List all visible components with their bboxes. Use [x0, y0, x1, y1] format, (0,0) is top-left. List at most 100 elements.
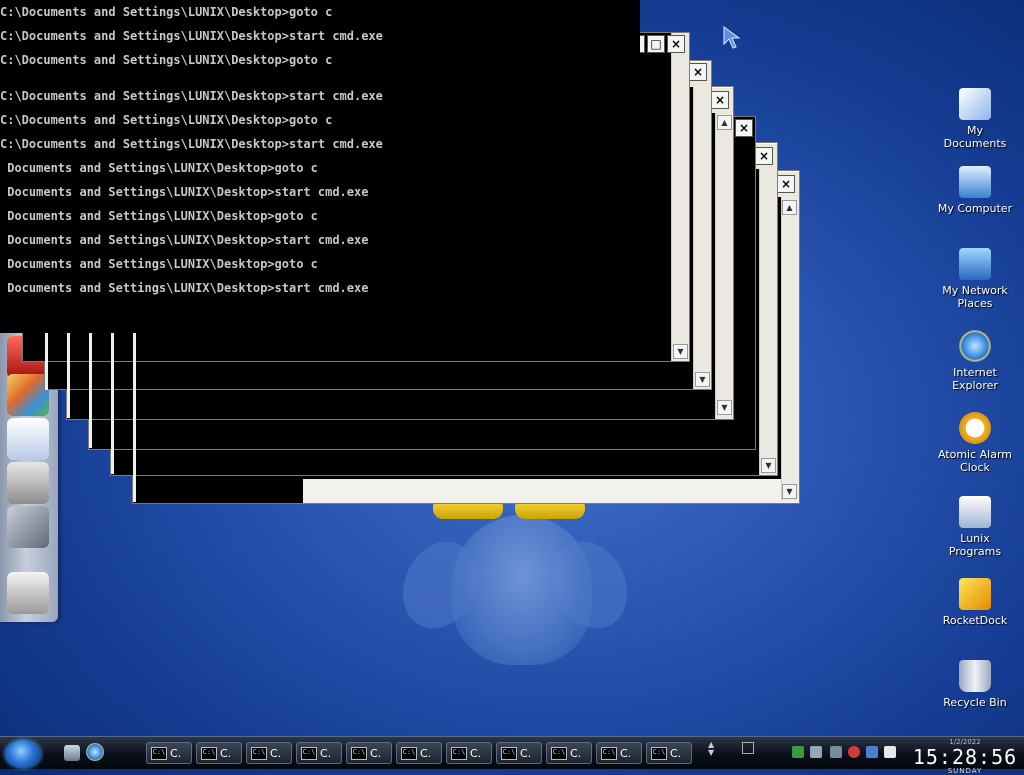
programs-folder-icon	[959, 496, 991, 528]
close-button[interactable]: ×	[711, 91, 729, 109]
console-line: C:\Documents and Settings\LUNIX\Desktop>…	[0, 113, 333, 127]
tray-security-icon[interactable]	[792, 746, 804, 758]
tray-network-icon[interactable]	[830, 746, 842, 758]
close-button[interactable]: ×	[689, 63, 707, 81]
console-line: Documents and Settings\LUNIX\Desktop>sta…	[0, 185, 369, 199]
desktop-icon-lunix-programs[interactable]: Lunix Programs	[934, 496, 1016, 558]
taskbar-item-label: C.	[370, 746, 382, 760]
tools-icon[interactable]	[7, 506, 49, 548]
taskbar-item-cmd[interactable]: C:\ C.	[646, 742, 692, 764]
taskbar-item-label: C.	[470, 746, 482, 760]
quick-launch-ie-icon[interactable]	[86, 743, 104, 761]
scroll-up-button[interactable]: ▲	[717, 115, 732, 130]
taskbar-item-cmd[interactable]: C:\ C.	[146, 742, 192, 764]
icon-label: My Documents	[943, 124, 1007, 150]
taskbar-scroll-icon[interactable]: ▲ ▼	[708, 741, 714, 757]
taskbar-item-cmd[interactable]: C:\ C.	[496, 742, 542, 764]
taskbar-item-cmd[interactable]: C:\ C.	[296, 742, 342, 764]
icon-label: Recycle Bin	[943, 696, 1007, 709]
cmd-icon: C:\	[351, 746, 367, 760]
scroll-down-button[interactable]: ▼	[782, 484, 797, 499]
mouse-cursor-icon	[723, 26, 741, 49]
desktop-icon-network-places[interactable]: My Network Places	[934, 248, 1016, 310]
cmd-icon: C:\	[401, 746, 417, 760]
taskbar-item-label: C.	[420, 746, 432, 760]
taskbar-clock[interactable]: 1/2/2022 15:28:56 SUNDAY	[910, 738, 1020, 775]
cmd-icon: C:\	[501, 746, 517, 760]
scroll-down-button[interactable]: ▼	[673, 344, 688, 359]
icon-label: Lunix Programs	[948, 532, 1002, 558]
icon-label: Atomic Alarm Clock	[937, 448, 1013, 474]
taskbar-item-label: C.	[670, 746, 682, 760]
close-button[interactable]: ×	[735, 119, 753, 137]
show-desktop-icon[interactable]	[64, 745, 80, 761]
clock-day: SUNDAY	[947, 767, 983, 775]
cmd-icon: C:\	[451, 746, 467, 760]
clock-time: 15:28:56	[912, 745, 1018, 769]
close-button[interactable]: ×	[755, 147, 773, 165]
icon-label: RocketDock	[942, 614, 1008, 627]
icon-label: Internet Explorer	[952, 366, 998, 392]
network-places-icon	[959, 248, 991, 280]
taskbar-item-label: C.	[170, 746, 182, 760]
desktop-icon-recycle-bin[interactable]: Recycle Bin	[934, 660, 1016, 709]
console-line: C:\Documents and Settings\LUNIX\Desktop>…	[0, 29, 383, 43]
cmd-icon: C:\	[651, 746, 667, 760]
cmd-icon: C:\	[151, 746, 167, 760]
icon-label: My Computer	[937, 202, 1013, 215]
close-button[interactable]: ×	[667, 35, 685, 53]
console-line: C:\Documents and Settings\LUNIX\Desktop>…	[0, 137, 383, 151]
tray-device-icon[interactable]	[810, 746, 822, 758]
tray-display-icon[interactable]	[866, 746, 878, 758]
scroll-down-button[interactable]: ▼	[761, 458, 776, 473]
cmd-icon: C:\	[551, 746, 567, 760]
taskbar-item-label: C.	[520, 746, 532, 760]
desktop-icon-my-documents[interactable]: My Documents	[934, 88, 1016, 150]
notepad-icon[interactable]	[7, 418, 49, 460]
taskbar-item-label: C.	[570, 746, 582, 760]
internet-explorer-icon	[959, 330, 991, 362]
taskbar-item-cmd[interactable]: C:\ C.	[446, 742, 492, 764]
taskbar-item-cmd[interactable]: C:\ C.	[196, 742, 242, 764]
paint-palette-icon[interactable]	[7, 374, 49, 416]
tray-alert-icon[interactable]	[848, 746, 860, 758]
desktop-icon-internet-explorer[interactable]: Internet Explorer	[934, 330, 1016, 392]
calculator-icon[interactable]	[7, 462, 49, 504]
console-line: C:\Documents and Settings\LUNIX\Desktop>…	[0, 5, 333, 19]
taskbar-item-cmd[interactable]: C:\ C.	[596, 742, 642, 764]
desktop-icon-my-computer[interactable]: My Computer	[934, 166, 1016, 215]
start-button[interactable]	[5, 740, 41, 768]
desktop-icon-rocketdock[interactable]: RocketDock	[934, 578, 1016, 627]
taskbar-item-label: C.	[270, 746, 282, 760]
scroll-down-button[interactable]: ▼	[695, 372, 710, 387]
taskbar-item-cmd[interactable]: C:\ C.	[546, 742, 592, 764]
dock-recycle-bin-icon[interactable]	[7, 572, 49, 614]
my-computer-icon	[959, 166, 991, 198]
taskbar-item-label: C.	[620, 746, 632, 760]
console-line: Documents and Settings\LUNIX\Desktop>sta…	[0, 233, 369, 247]
rocketdock-icon	[959, 578, 991, 610]
window-switch-icon[interactable]	[742, 742, 754, 754]
taskbar-item-label: C.	[320, 746, 332, 760]
maximize-button[interactable]: □	[647, 35, 665, 53]
recycle-bin-icon	[959, 660, 991, 692]
taskbar-item-cmd[interactable]: C:\ C.	[246, 742, 292, 764]
console-line: Documents and Settings\LUNIX\Desktop>got…	[0, 161, 318, 175]
tray-volume-icon[interactable]	[884, 746, 896, 758]
console-line: Documents and Settings\LUNIX\Desktop>sta…	[0, 281, 369, 295]
taskbar-item-label: C.	[220, 746, 232, 760]
taskbar-item-cmd[interactable]: C:\ C.	[396, 742, 442, 764]
alarm-clock-icon	[959, 412, 991, 444]
console-line: Documents and Settings\LUNIX\Desktop>got…	[0, 209, 318, 223]
close-button[interactable]: ×	[777, 175, 795, 193]
desktop-icon-alarm-clock[interactable]: Atomic Alarm Clock	[934, 412, 1016, 474]
cmd-icon: C:\	[601, 746, 617, 760]
console-line: Documents and Settings\LUNIX\Desktop>got…	[0, 257, 318, 271]
cmd-icon: C:\	[201, 746, 217, 760]
cmd-icon: C:\	[251, 746, 267, 760]
console-line: C:\Documents and Settings\LUNIX\Desktop>…	[0, 89, 383, 103]
taskbar-item-cmd[interactable]: C:\ C.	[346, 742, 392, 764]
scroll-up-button[interactable]: ▲	[782, 200, 797, 215]
command-prompt-console[interactable]: C:\Documents and Settings\LUNIX\Desktop>…	[0, 0, 640, 333]
scroll-down-button[interactable]: ▼	[717, 400, 732, 415]
